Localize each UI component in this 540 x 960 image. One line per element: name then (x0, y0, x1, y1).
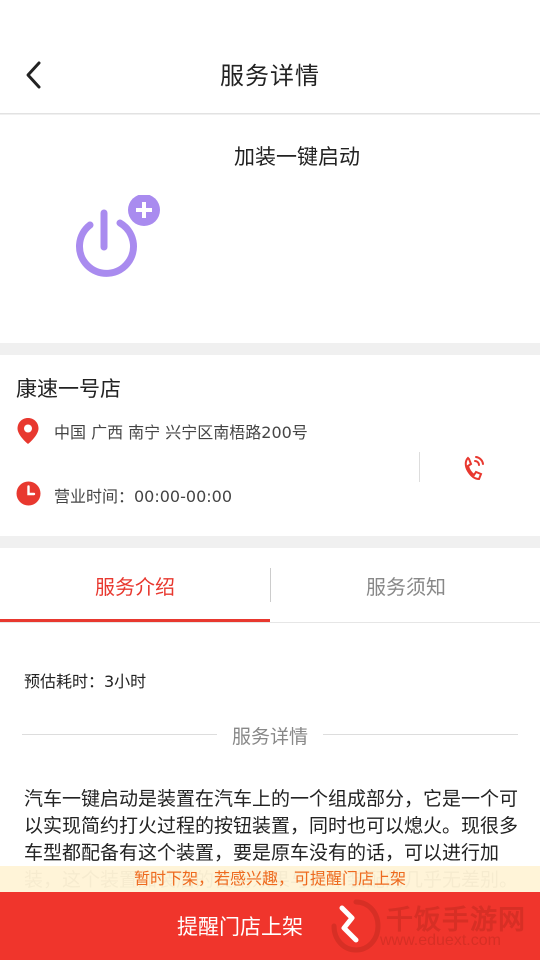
product-name: 加装一键启动 (234, 145, 360, 169)
tab-service-intro[interactable]: 服务介绍 (0, 548, 270, 622)
detail-heading-divider: 服务详情 (22, 720, 518, 748)
detail-heading: 服务详情 (231, 726, 308, 748)
phone-call-icon[interactable] (456, 451, 490, 485)
power-plus-icon (76, 195, 160, 277)
watermark: 千饭手游网 www.eduext.com (322, 892, 540, 960)
store-name: 康速一号店 (16, 377, 121, 401)
store-hours: 营业时间：00:00-00:00 (54, 487, 232, 506)
location-pin-icon (17, 418, 39, 444)
tabs-bottom-border (0, 622, 540, 623)
tab-service-notice[interactable]: 服务须知 (271, 548, 540, 622)
watermark-url: www.eduext.com (380, 932, 501, 949)
clock-icon (16, 481, 41, 506)
estimated-time: 预估耗时：3小时 (24, 672, 147, 691)
store-card: 康速一号店 中国 广西 南宁 兴宁区南梧路200号 营业时间：00:00-00:… (0, 355, 540, 536)
watermark-logo-icon (331, 899, 381, 953)
page-title: 服务详情 (220, 62, 320, 90)
divider-line-right (323, 734, 518, 735)
top-bar: 服务详情 (0, 0, 540, 114)
divider (419, 452, 420, 482)
product-card: 加装一键启动 (0, 115, 540, 343)
delisted-notice: 暂时下架，若感兴趣，可提醒门店上架 (0, 866, 540, 892)
store-address: 中国 广西 南宁 兴宁区南梧路200号 (54, 423, 308, 442)
